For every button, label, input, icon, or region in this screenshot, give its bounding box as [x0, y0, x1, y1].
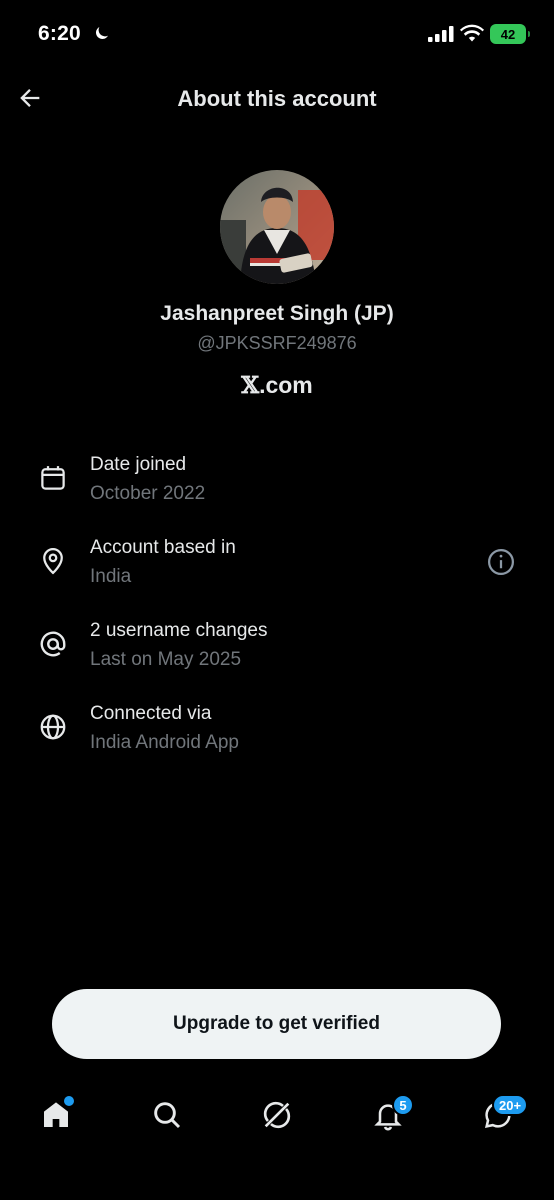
info-row-date-joined: Date joined October 2022: [0, 448, 554, 531]
globe-icon: [36, 710, 70, 744]
profile-handle: @JPKSSRF249876: [197, 333, 357, 353]
upgrade-verified-button[interactable]: Upgrade to get verified: [52, 989, 501, 1059]
nav-grok[interactable]: [247, 1080, 307, 1150]
profile-site: 𝕏.com: [0, 372, 554, 399]
messages-badge: 20+: [492, 1094, 529, 1116]
info-title: Account based in: [90, 537, 236, 558]
info-subtitle: October 2022: [90, 483, 206, 504]
nav-messages[interactable]: 20+: [468, 1080, 529, 1150]
info-row-connected-via: Connected via India Android App: [0, 697, 554, 780]
info-subtitle: India Android App: [90, 732, 239, 753]
info-title: Date joined: [90, 454, 187, 475]
calendar-icon: [36, 461, 70, 495]
info-row-username-changes: 2 username changes Last on May 2025: [0, 614, 554, 697]
moon-icon: [96, 27, 108, 39]
header: About this account: [0, 72, 554, 126]
at-sign-icon: [36, 627, 70, 661]
info-subtitle: India: [90, 566, 132, 587]
x-logo: 𝕏: [241, 372, 260, 399]
search-icon: [154, 1102, 181, 1129]
info-title: Connected via: [90, 703, 212, 724]
account-info-list: Date joined October 2022 Account based i…: [0, 448, 554, 780]
page-title: About this account: [177, 86, 377, 111]
nav-search[interactable]: [137, 1080, 197, 1150]
wifi-icon: [460, 24, 484, 42]
notifications-badge: 5: [392, 1094, 414, 1116]
battery-indicator: 42: [490, 24, 530, 44]
info-row-account-location: Account based in India: [0, 531, 554, 614]
profile-site-suffix: .com: [259, 372, 313, 398]
account-location-info-button[interactable]: [484, 545, 518, 579]
home-unread-dot: [64, 1096, 74, 1106]
home-indicator: [0, 1175, 554, 1200]
bottom-nav: 5 20+: [0, 1080, 554, 1150]
info-icon: [488, 549, 514, 575]
grok-icon: [263, 1101, 291, 1129]
location-pin-icon: [36, 544, 70, 578]
avatar[interactable]: [220, 170, 334, 284]
info-subtitle: Last on May 2025: [90, 649, 242, 670]
nav-notifications[interactable]: 5: [358, 1080, 418, 1150]
status-bar: 6:20 42: [0, 0, 554, 66]
info-title: 2 username changes: [90, 620, 268, 641]
profile-photo: [220, 170, 334, 284]
battery-level: 42: [500, 26, 516, 42]
nav-home[interactable]: [26, 1080, 86, 1150]
profile-name: Jashanpreet Singh (JP): [160, 302, 394, 325]
cellular-signal-icon: [428, 26, 454, 42]
status-time: 6:20: [38, 22, 81, 45]
